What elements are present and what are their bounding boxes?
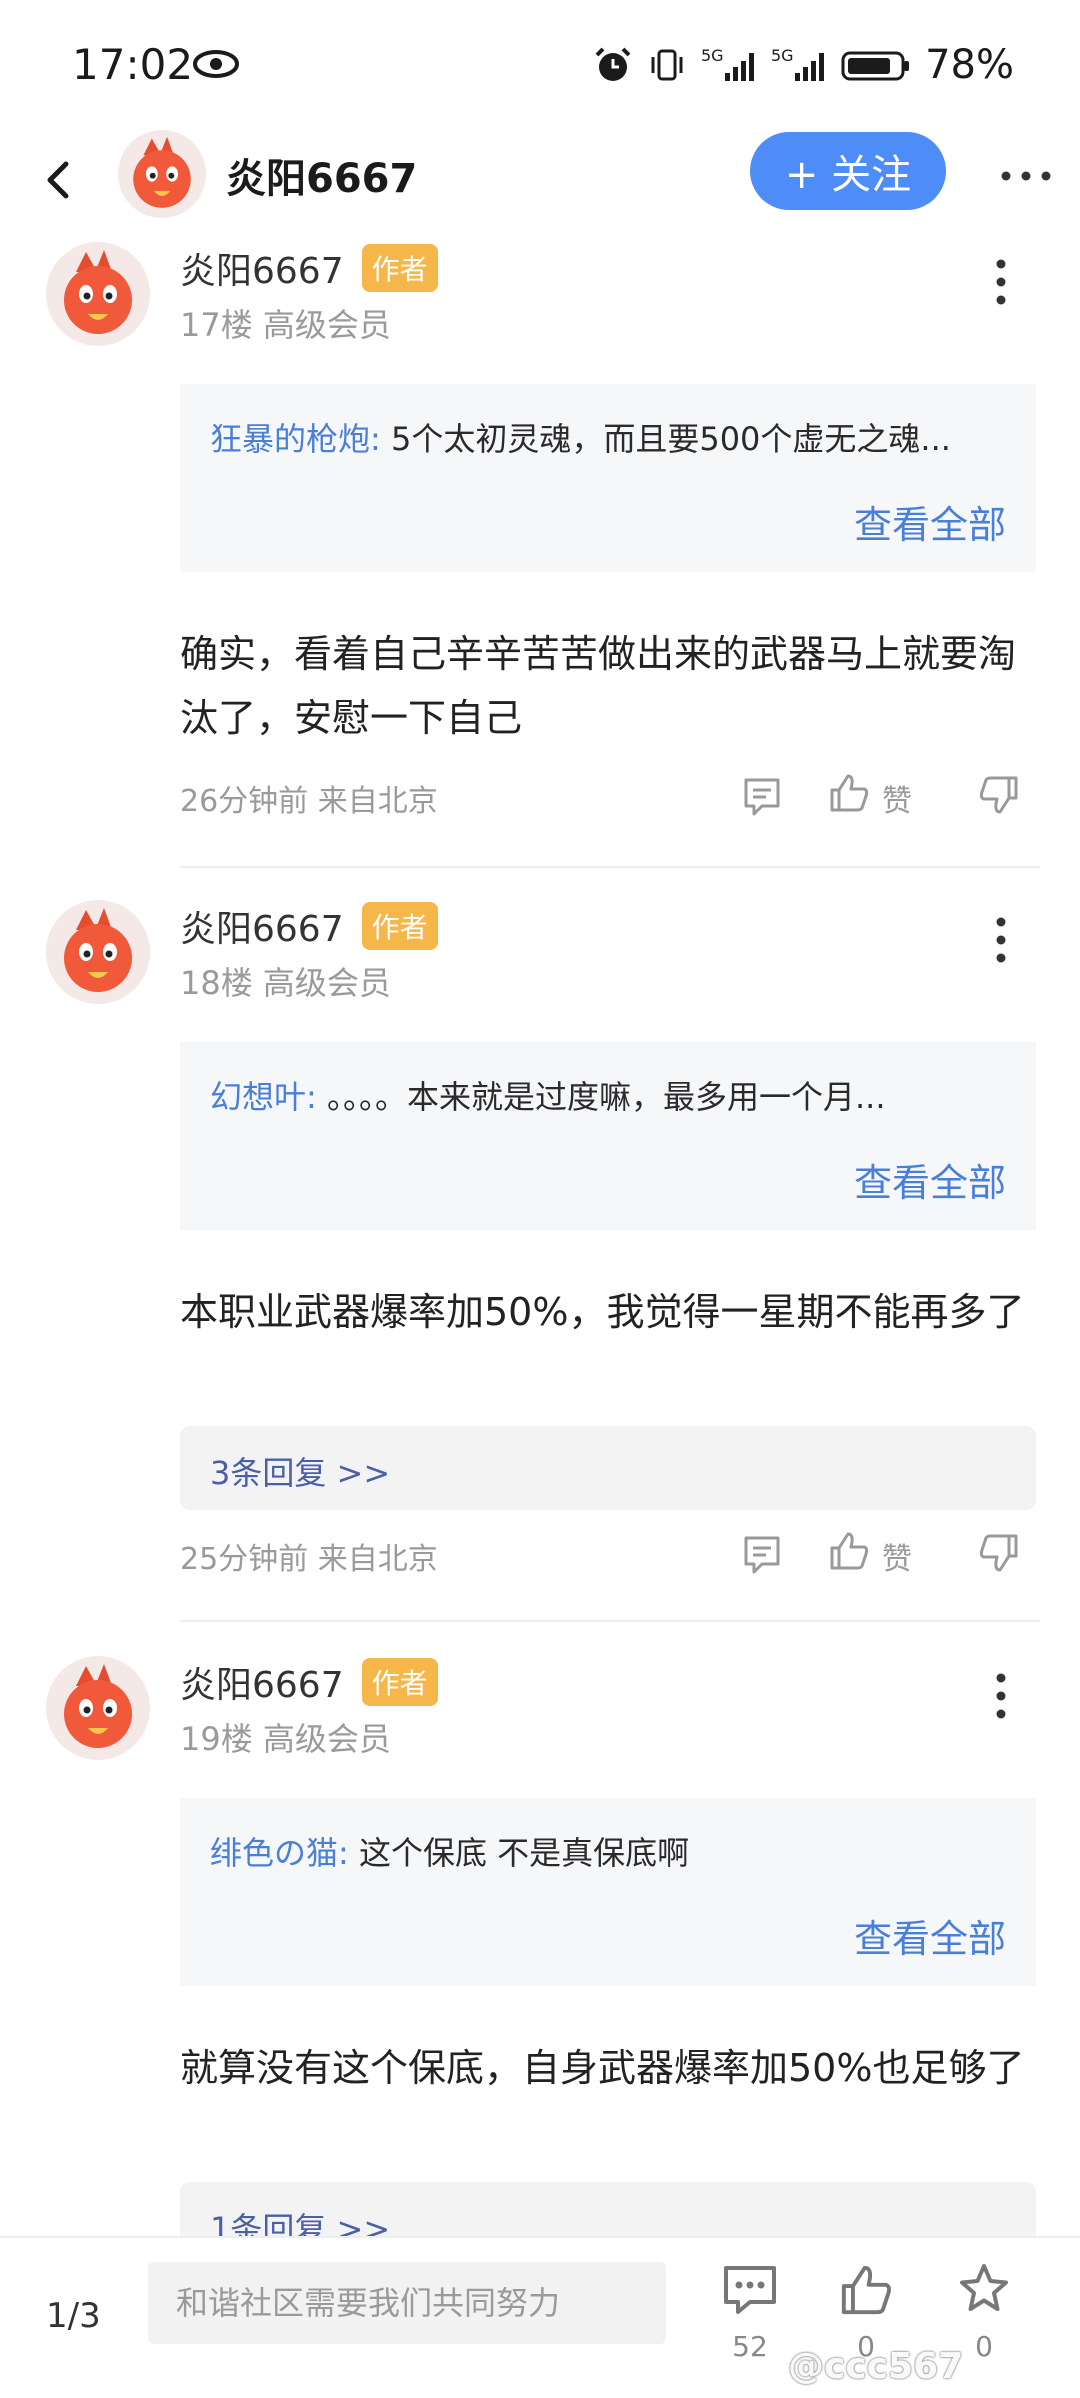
post-body: 确实，看着自己辛辛苦苦做出来的武器马上就要淘汰了，安慰一下自己 (180, 632, 1017, 740)
page-indicator[interactable]: 1/3 (46, 2296, 101, 2336)
more-vertical-icon[interactable] (986, 252, 1016, 312)
floor-meta: 18楼 高级会员 (180, 964, 391, 1002)
status-time: 17:02 (72, 40, 194, 89)
quoted-reply[interactable]: 幻想叶: 。。。。本来就是过度嘛，最多用一个月... 查看全部 (180, 1042, 1036, 1230)
quote-username[interactable]: 幻想叶: (210, 1078, 317, 1116)
star-icon (960, 2264, 1008, 2311)
comment-icon (724, 2266, 776, 2314)
author-line: 炎阳6667 作者 (180, 900, 438, 952)
view-all-link[interactable]: 查看全部 (854, 494, 1006, 549)
comment-count: 52 (732, 2330, 768, 2363)
quote-content: 这个保底 不是真保底啊 (348, 1834, 690, 1872)
time-location: 26分钟前 来自北京 (180, 784, 438, 819)
svg-text:5G: 5G (771, 46, 794, 65)
avatar[interactable] (118, 130, 206, 218)
like-icon[interactable] (826, 770, 872, 816)
floor-meta: 17楼 高级会员 (180, 306, 391, 344)
signal-5g-icon: 5G (701, 46, 755, 81)
status-icons: 5G 5G 78% (593, 40, 1014, 90)
like-label[interactable]: 赞 (882, 776, 912, 820)
avatar-image (46, 900, 150, 1004)
battery-percent: 78% (925, 42, 1014, 88)
like-icon[interactable] (826, 1528, 872, 1574)
back-button[interactable] (30, 150, 90, 210)
post-divider (180, 1620, 1040, 1622)
more-vertical-icon[interactable] (986, 910, 1016, 970)
author-line: 炎阳6667 作者 (180, 1656, 438, 1708)
post-footer: 25分钟前 来自北京 赞 (180, 1522, 1040, 1582)
post-body: 本职业武器爆率加50%，我觉得一星期不能再多了 (180, 1290, 1025, 1334)
avatar[interactable] (46, 900, 150, 1004)
view-all-link[interactable]: 查看全部 (854, 1152, 1006, 1207)
replies-box[interactable]: 3条回复 >> (180, 1426, 1036, 1510)
watermark: @ccc567 (788, 2346, 964, 2387)
dislike-icon[interactable] (976, 772, 1022, 818)
header-author-name[interactable]: 炎阳6667 (226, 146, 417, 204)
more-options-icon[interactable] (996, 156, 1056, 196)
dislike-icon[interactable] (976, 1530, 1022, 1576)
time-location: 25分钟前 来自北京 (180, 1542, 438, 1577)
status-bar: 17:02 5G 5G 78% (0, 0, 1080, 130)
signal-5g-icon-2: 5G (771, 46, 825, 81)
author-badge: 作者 (361, 244, 438, 292)
quote-content: 5个太初灵魂，而且要500个虚无之魂... (380, 420, 951, 458)
quote-text: 幻想叶: 。。。。本来就是过度嘛，最多用一个月... (210, 1072, 1010, 1118)
quote-content: 。。。。本来就是过度嘛，最多用一个月... (316, 1078, 886, 1116)
like-label[interactable]: 赞 (882, 1534, 912, 1578)
comment-icon[interactable] (740, 1532, 784, 1576)
comment-icon[interactable] (740, 774, 784, 818)
view-all-link[interactable]: 查看全部 (854, 1908, 1006, 1963)
vibrate-icon (651, 49, 683, 81)
thread-header: 炎阳6667 + 关注 (0, 130, 1080, 230)
replies-link[interactable]: 3条回复 >> (210, 1448, 390, 1494)
post-body: 就算没有这个保底，自身武器爆率加50%也足够了 (180, 2046, 1025, 2090)
quote-username[interactable]: 狂暴的枪炮: (210, 420, 381, 458)
comment-input[interactable]: 和谐社区需要我们共同努力 (148, 2262, 666, 2344)
avatar[interactable] (46, 242, 150, 346)
quote-text: 狂暴的枪炮: 5个太初灵魂，而且要500个虚无之魂... (210, 414, 1010, 460)
follow-button[interactable]: + 关注 (750, 132, 946, 210)
battery-icon (841, 51, 910, 81)
more-vertical-icon[interactable] (986, 1666, 1016, 1726)
quote-text: 绯色の猫: 这个保底 不是真保底啊 (210, 1828, 1010, 1874)
like-icon (841, 2265, 891, 2315)
quote-username[interactable]: 绯色の猫: (210, 1834, 349, 1872)
author-name[interactable]: 炎阳6667 (180, 242, 344, 294)
avatar-image (46, 1656, 150, 1760)
quoted-reply[interactable]: 狂暴的枪炮: 5个太初灵魂，而且要500个虚无之魂... 查看全部 (180, 384, 1036, 572)
floor-meta: 19楼 高级会员 (180, 1720, 391, 1758)
author-badge: 作者 (361, 1658, 438, 1706)
author-name[interactable]: 炎阳6667 (180, 900, 344, 952)
post-footer: 26分钟前 来自北京 赞 (180, 764, 1040, 824)
eye-icon (193, 50, 239, 78)
avatar-image (46, 242, 150, 346)
avatar-image (118, 130, 206, 218)
post-divider (180, 866, 1040, 868)
comments-button[interactable]: 52 (710, 2260, 790, 2380)
alarm-icon (595, 47, 631, 81)
quoted-reply[interactable]: 绯色の猫: 这个保底 不是真保底啊 查看全部 (180, 1798, 1036, 1986)
author-badge: 作者 (361, 902, 438, 950)
svg-text:5G: 5G (701, 46, 724, 65)
author-line: 炎阳6667 作者 (180, 242, 438, 294)
avatar[interactable] (46, 1656, 150, 1760)
author-name[interactable]: 炎阳6667 (180, 1656, 344, 1708)
